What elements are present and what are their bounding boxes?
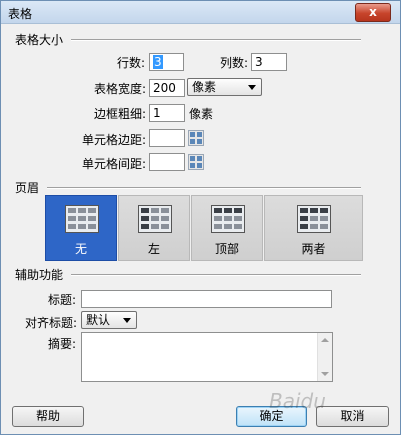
cell-padding-label: 单元格边距: xyxy=(82,133,147,147)
table-size-divider xyxy=(71,39,361,41)
chevron-down-icon xyxy=(123,318,131,323)
cell-spacing-input[interactable] xyxy=(149,153,185,171)
title-bar[interactable]: 表格 x xyxy=(1,1,400,24)
cell-padding-grid-button[interactable] xyxy=(188,130,204,146)
table-dialog: 表格 x 表格大小 行数: 3 列数: 3 表格宽度: 200 像素 边框粗细:… xyxy=(0,0,401,435)
table-none-icon xyxy=(65,205,99,233)
ok-button[interactable]: 确定 xyxy=(236,406,307,427)
header-option-none[interactable]: 无 xyxy=(45,195,117,261)
table-both-header-icon xyxy=(297,205,331,233)
cell-spacing-grid-button[interactable] xyxy=(188,154,204,170)
cell-padding-input[interactable] xyxy=(149,129,185,147)
dialog-title: 表格 xyxy=(8,7,33,21)
cols-label: 列数: xyxy=(220,56,249,70)
header-options: 无 左 顶部 两者 xyxy=(45,195,363,261)
cell-spacing-label: 单元格间距: xyxy=(82,157,147,171)
summary-label: 摘要: xyxy=(48,337,77,351)
header-option-top[interactable]: 顶部 xyxy=(191,195,263,261)
header-option-label: 左 xyxy=(147,242,160,256)
scroll-up-icon[interactable] xyxy=(321,338,329,342)
border-width-label: 边框粗细: xyxy=(94,107,147,121)
table-left-header-icon xyxy=(138,205,172,233)
grid-icon xyxy=(190,132,202,144)
header-option-label: 两者 xyxy=(301,242,326,256)
header-option-left[interactable]: 左 xyxy=(118,195,190,261)
align-caption-value: 默认 xyxy=(86,313,111,327)
grid-icon xyxy=(190,156,202,168)
table-width-input[interactable]: 200 xyxy=(149,79,185,97)
header-section-label: 页眉 xyxy=(15,181,40,195)
align-caption-label: 对齐标题: xyxy=(25,316,78,330)
header-option-label: 无 xyxy=(74,242,87,256)
close-icon: x xyxy=(369,5,377,19)
border-unit-label: 像素 xyxy=(189,107,214,121)
table-size-section-label: 表格大小 xyxy=(15,33,64,47)
header-option-label: 顶部 xyxy=(214,242,239,256)
help-button[interactable]: 帮助 xyxy=(12,406,84,427)
header-option-both[interactable]: 两者 xyxy=(264,195,363,261)
width-unit-value: 像素 xyxy=(192,80,217,94)
scroll-down-icon[interactable] xyxy=(321,372,329,376)
align-caption-select[interactable]: 默认 xyxy=(81,311,137,329)
cancel-button[interactable]: 取消 xyxy=(316,406,389,427)
table-width-label: 表格宽度: xyxy=(94,82,147,96)
caption-input[interactable] xyxy=(81,290,332,308)
rows-input[interactable]: 3 xyxy=(149,53,184,71)
close-button[interactable]: x xyxy=(355,3,391,22)
table-top-header-icon xyxy=(211,205,245,233)
border-width-input[interactable]: 1 xyxy=(149,104,185,122)
summary-textarea[interactable] xyxy=(81,332,333,382)
accessibility-section-label: 辅助功能 xyxy=(15,268,64,282)
caption-label: 标题: xyxy=(48,293,77,307)
summary-scrollbar[interactable] xyxy=(317,333,332,381)
rows-label: 行数: xyxy=(117,56,146,70)
width-unit-select[interactable]: 像素 xyxy=(187,78,262,96)
header-divider xyxy=(47,187,361,189)
accessibility-divider xyxy=(71,274,361,276)
cols-input[interactable]: 3 xyxy=(251,53,287,71)
chevron-down-icon xyxy=(248,85,256,90)
